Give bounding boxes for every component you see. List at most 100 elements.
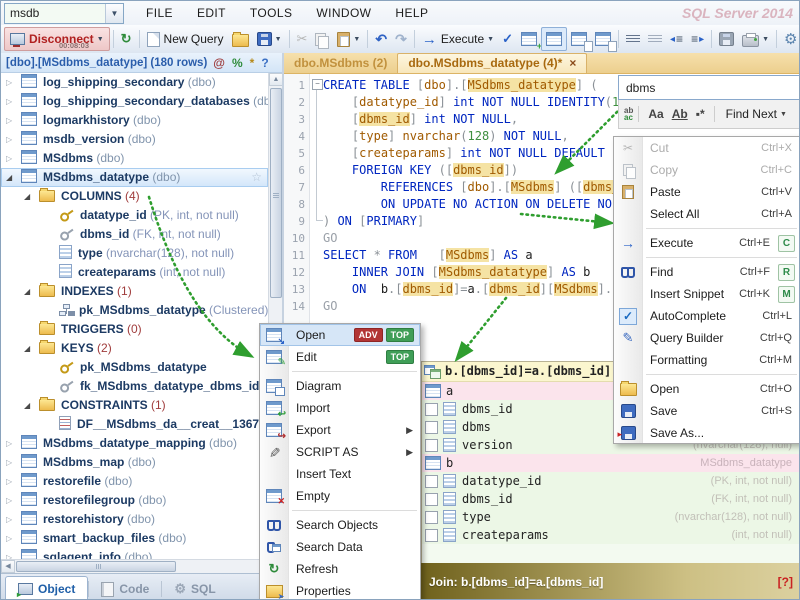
menu-item-paste[interactable]: PasteCtrl+V [614, 181, 800, 203]
tree-item[interactable]: createparams (int, not null) [1, 263, 268, 282]
query-builder-button[interactable] [541, 27, 567, 51]
tree-item[interactable]: DF__MSdbms_da__creat__1367E60 [1, 415, 268, 434]
print-button[interactable]: ▼ [738, 28, 773, 50]
join-row-dbms_id[interactable]: dbms_id(FK, int, not null) [422, 490, 800, 508]
outdent-button[interactable]: ◂≡ [666, 28, 687, 50]
chevron-down-icon[interactable]: ▼ [105, 4, 123, 23]
tree-item[interactable]: ▷restorefile (dbo) [1, 472, 268, 491]
find-input-box[interactable] [618, 75, 800, 100]
panel-tab-object[interactable]: Object [5, 576, 88, 600]
menu-item-diagram[interactable]: Diagram [260, 375, 420, 397]
redo-button[interactable]: ↷ [391, 28, 411, 50]
menubar-item-window[interactable]: WINDOW [304, 3, 383, 23]
unformat-button[interactable] [644, 28, 666, 50]
menu-item-cut[interactable]: CutCtrl+X [614, 137, 800, 159]
tree-item[interactable]: ▷MSdbms_map (dbo) [1, 453, 268, 472]
scrollbar-thumb[interactable] [270, 88, 282, 298]
collapse-arrow-icon[interactable]: ◢ [24, 396, 30, 415]
at-icon[interactable]: @ [213, 56, 225, 70]
menubar-item-tools[interactable]: TOOLS [238, 3, 304, 23]
disconnect-button[interactable]: Disconnect ▼ 00:08:03 [4, 27, 110, 51]
collapse-arrow-icon[interactable]: ◢ [24, 187, 30, 206]
tree-item[interactable]: TRIGGERS (0) [1, 320, 268, 339]
expand-arrow-icon[interactable]: ▷ [6, 130, 12, 149]
query-designer-button[interactable]: + [517, 28, 541, 50]
menubar-item-help[interactable]: HELP [383, 3, 440, 23]
indent-button[interactable]: ≡▸ [687, 28, 708, 50]
join-row-type[interactable]: type(nvarchar(128), not null) [422, 508, 800, 526]
database-selector[interactable]: msdb ▼ [4, 3, 124, 24]
chevron-down-icon[interactable]: ▼ [353, 36, 360, 43]
save-button[interactable]: ▼ [253, 28, 286, 50]
scrollbar-thumb[interactable] [16, 561, 176, 572]
expand-arrow-icon[interactable]: ▷ [6, 73, 12, 92]
menu-item-insert-snippet[interactable]: Insert SnippetCtrl+KM [614, 283, 800, 305]
tree-horizontal-scrollbar[interactable]: ◀ ▶ [1, 559, 282, 573]
tree-item[interactable]: dbms_id (FK, int, not null) [1, 225, 268, 244]
tree-item[interactable]: ▷sqlagent_info (dbo) [1, 548, 268, 559]
undo-button[interactable]: ↶ [371, 28, 391, 50]
export-results-button[interactable] [715, 28, 738, 50]
collapse-arrow-icon[interactable]: ◢ [24, 282, 30, 301]
tree-item[interactable]: ▷restorefilegroup (dbo) [1, 491, 268, 510]
menu-item-import[interactable]: Import [260, 397, 420, 419]
checkbox[interactable] [425, 421, 438, 434]
menu-item-open[interactable]: OpenCtrl+O [614, 378, 800, 400]
menu-item-insert-text[interactable]: Insert Text [260, 463, 420, 485]
expand-arrow-icon[interactable]: ▷ [6, 548, 12, 559]
expand-arrow-icon[interactable]: ▷ [6, 434, 12, 453]
tree-item[interactable]: ◢INDEXES (1) [1, 282, 268, 301]
menu-item-properties[interactable]: Properties [260, 580, 420, 600]
tree-item[interactable]: ▷msdb_version (dbo) [1, 130, 268, 149]
regex-button[interactable]: ▪* [696, 107, 705, 121]
search-input[interactable] [619, 76, 800, 99]
menu-item-edit[interactable]: EditTOP [260, 346, 420, 368]
panel-tab-sql[interactable]: ⚙SQL [162, 577, 227, 600]
tree-item[interactable]: ◢CONSTRAINTS (1) [1, 396, 268, 415]
tree-item[interactable]: fk_MSdbms_datatype_dbms_id [1, 377, 268, 396]
chevron-down-icon[interactable]: ▼ [97, 36, 104, 43]
checkbox[interactable] [425, 493, 438, 506]
join-row-datatype_id[interactable]: datatype_id(PK, int, not null) [422, 472, 800, 490]
tree-item[interactable]: datatype_id (PK, int, not null) [1, 206, 268, 225]
join-row-b[interactable]: bMSdbms_datatype [422, 454, 800, 472]
menu-item-search-data[interactable]: Search Data [260, 536, 420, 558]
paste-button[interactable]: ▼ [333, 28, 364, 50]
menu-item-refresh[interactable]: Refresh [260, 558, 420, 580]
menu-item-formatting[interactable]: FormattingCtrl+M [614, 349, 800, 371]
menu-item-find[interactable]: FindCtrl+FR [614, 261, 800, 283]
tree-item[interactable]: pk_MSdbms_datatype (Clustered) [1, 301, 268, 320]
menu-item-open[interactable]: OpenADVTOP [260, 324, 420, 346]
menu-item-execute[interactable]: ExecuteCtrl+EC [614, 232, 800, 254]
checkbox[interactable] [425, 511, 438, 524]
menu-item-empty[interactable]: Empty [260, 485, 420, 507]
expand-arrow-icon[interactable]: ▷ [6, 491, 12, 510]
execute-button[interactable]: → Execute ▼ [418, 28, 498, 50]
copy-button[interactable] [311, 28, 333, 50]
menu-item-autocomplete[interactable]: AutoCompleteCtrl+L [614, 305, 800, 327]
new-query-button[interactable]: New Query [143, 28, 228, 50]
percent-icon[interactable]: % [232, 56, 243, 70]
join-row-createparams[interactable]: createparams(int, not null) [422, 526, 800, 544]
tree-item[interactable]: type (nvarchar(128), not null) [1, 244, 268, 263]
script-table-button[interactable] [567, 28, 591, 50]
chevron-down-icon[interactable]: ▼ [762, 36, 769, 43]
menu-item-save-as[interactable]: Save As... [614, 422, 800, 444]
open-file-button[interactable] [228, 28, 253, 50]
menu-item-search-objects[interactable]: Search Objects [260, 514, 420, 536]
asterisk-icon[interactable]: * [250, 56, 255, 70]
tree-item[interactable]: ▷smart_backup_files (dbo) [1, 529, 268, 548]
expand-arrow-icon[interactable]: ▷ [6, 472, 12, 491]
tree-item[interactable]: ▷restorehistory (dbo) [1, 510, 268, 529]
menubar-item-edit[interactable]: EDIT [185, 3, 238, 23]
help-icon[interactable]: ? [261, 56, 268, 70]
tree-item[interactable]: ◢KEYS (2) [1, 339, 268, 358]
parse-check-button[interactable]: ✓ [498, 28, 517, 50]
tree-item[interactable]: ▷log_shipping_secondary_databases (dbo) [1, 92, 268, 111]
tree-item[interactable]: ▷logmarkhistory (dbo) [1, 111, 268, 130]
menu-item-export[interactable]: Export▶ [260, 419, 420, 441]
scroll-left-arrow-icon[interactable]: ◀ [1, 560, 15, 573]
tab-dbo-msdbms[interactable]: dbo.MSdbms (2) [284, 54, 397, 73]
expand-arrow-icon[interactable]: ▷ [6, 111, 12, 130]
format-lines-button[interactable] [622, 28, 644, 50]
